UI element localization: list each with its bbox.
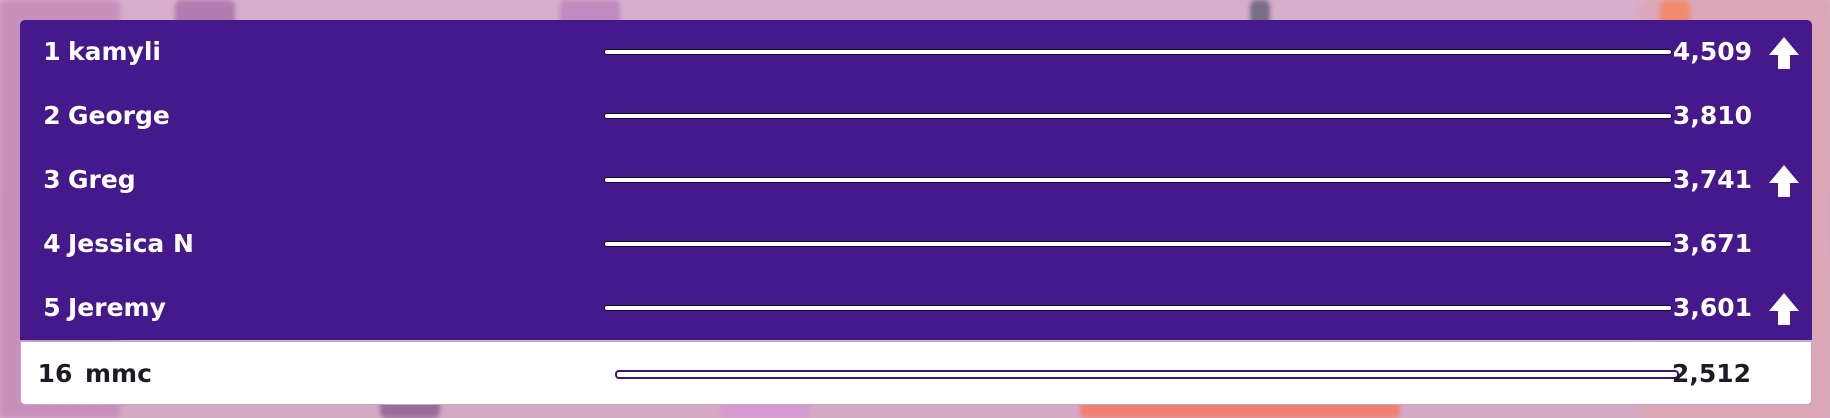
score-bar bbox=[604, 49, 1672, 55]
leaderboard-row-self: 16 mmc 2,512 bbox=[20, 341, 1812, 405]
arrow-up-icon bbox=[1769, 37, 1799, 69]
score-bar-fill bbox=[605, 242, 1671, 246]
score-bar-fill bbox=[605, 178, 1671, 182]
score-bar bbox=[604, 177, 1672, 183]
player-score: 4,509 bbox=[1672, 37, 1752, 66]
player-score: 3,601 bbox=[1672, 293, 1752, 322]
arrow-up-icon bbox=[1769, 165, 1799, 197]
leaderboard-row-4: 4 Jessica N 3,671 bbox=[20, 212, 1812, 276]
score-bar-fill bbox=[605, 50, 1661, 54]
leaderboard-row-3: 3 Greg 3,741 bbox=[20, 148, 1812, 212]
leaderboard: 1 kamyli 4,509 2 George 3,810 3 Greg 3,7… bbox=[20, 20, 1812, 406]
player-score: 3,810 bbox=[1672, 101, 1752, 130]
leaderboard-row-5: 5 Jeremy 3,601 bbox=[20, 276, 1812, 340]
rank-number: 16 bbox=[37, 359, 73, 388]
rank-number: 2 bbox=[43, 101, 61, 130]
player-score: 3,671 bbox=[1672, 229, 1752, 258]
rank-number: 1 bbox=[43, 37, 61, 66]
rank-number: 5 bbox=[43, 293, 61, 322]
score-bar bbox=[604, 113, 1672, 119]
arrow-up-icon bbox=[1769, 293, 1799, 325]
score-bar-fill bbox=[605, 306, 1671, 310]
score-bar bbox=[604, 305, 1672, 311]
score-bar-fill bbox=[605, 114, 1671, 118]
player-name: kamyli bbox=[68, 37, 161, 66]
player-name: Jeremy bbox=[68, 293, 166, 322]
player-name: mmc bbox=[85, 359, 152, 388]
player-score: 3,741 bbox=[1672, 165, 1752, 194]
player-name: George bbox=[68, 101, 170, 130]
score-bar-fill bbox=[617, 372, 1677, 377]
leaderboard-row-2: 2 George 3,810 bbox=[20, 84, 1812, 148]
player-score: 2,512 bbox=[1671, 359, 1751, 388]
rank-number: 3 bbox=[43, 165, 61, 194]
rank-number: 4 bbox=[43, 229, 61, 258]
player-name: Greg bbox=[68, 165, 136, 194]
leaderboard-row-1: 1 kamyli 4,509 bbox=[20, 20, 1812, 84]
score-bar bbox=[604, 241, 1672, 247]
score-bar bbox=[615, 370, 1679, 379]
player-name: Jessica N bbox=[68, 229, 194, 258]
